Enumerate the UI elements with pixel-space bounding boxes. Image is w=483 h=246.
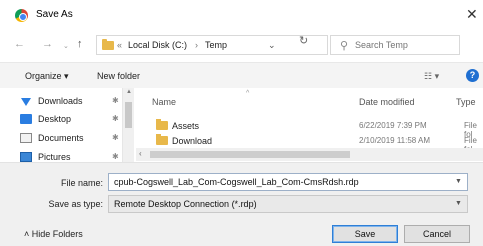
save-as-type-label: Save as type: <box>48 199 103 209</box>
file-date-modified: 6/22/2019 7:39 PM <box>359 121 427 130</box>
file-name-dropdown-icon[interactable]: ▼ <box>455 178 462 185</box>
view-options-icon[interactable]: ☷ ▾ <box>424 71 439 82</box>
organize-menu-button[interactable]: Organize ▾ <box>25 71 69 82</box>
save-as-type-dropdown-icon[interactable]: ▼ <box>455 200 462 207</box>
navigation-pane: Downloads ✱ Desktop ✱ Documents ✱ Pictur… <box>0 88 134 170</box>
file-name: Download <box>172 136 213 146</box>
address-dropdown-icon[interactable]: ⌄ <box>268 40 276 51</box>
sidebar-item-downloads[interactable]: Downloads ✱ <box>20 94 134 110</box>
sidebar-item-label: Downloads <box>38 96 83 106</box>
forward-arrow-icon[interactable]: → <box>42 38 53 50</box>
up-arrow-icon[interactable]: ↑ <box>77 38 83 50</box>
search-input[interactable] <box>355 40 455 50</box>
sidebar-item-label: Desktop <box>38 114 72 124</box>
search-icon: ⚲ <box>340 40 349 52</box>
save-button[interactable]: Save <box>332 225 398 243</box>
help-icon[interactable]: ? <box>466 69 479 82</box>
navigation-pane-scrollbar[interactable]: ▲ <box>122 88 134 170</box>
folder-icon <box>156 134 168 145</box>
breadcrumb-local-disk[interactable]: Local Disk (C:) <box>128 40 187 50</box>
search-box[interactable]: ⚲ <box>330 35 460 55</box>
download-icon <box>21 98 31 106</box>
close-icon[interactable]: ✕ <box>466 6 478 23</box>
sidebar-item-label: Pictures <box>38 152 71 162</box>
pictures-icon <box>20 152 32 162</box>
sidebar-item-documents[interactable]: Documents ✱ <box>20 131 134 147</box>
column-header-date-modified[interactable]: Date modified <box>359 97 415 107</box>
refresh-icon[interactable]: ↻ <box>299 34 308 47</box>
breadcrumb-separator[interactable]: › <box>195 40 198 50</box>
file-name-field[interactable]: cpub-Cogswell_Lab_Com-Cogswell_Lab_Com-C… <box>108 173 468 191</box>
folder-icon <box>102 39 114 50</box>
pin-icon: ✱ <box>112 152 119 161</box>
pin-icon: ✱ <box>112 96 119 105</box>
cancel-button[interactable]: Cancel <box>404 225 470 243</box>
scroll-up-icon[interactable]: ▲ <box>126 89 132 95</box>
hide-folders-button[interactable]: ˄ Hide Folders <box>24 229 83 239</box>
title-bar: Save As ✕ <box>0 0 483 30</box>
chrome-app-icon <box>15 9 28 22</box>
scroll-left-icon[interactable]: ‹ <box>139 149 142 158</box>
breadcrumb-temp[interactable]: Temp <box>205 40 227 50</box>
breadcrumb-overflow[interactable]: « <box>117 40 122 50</box>
file-date-modified: 2/10/2019 11:58 AM <box>359 136 431 145</box>
column-header-name[interactable]: Name <box>152 97 176 107</box>
address-bar[interactable]: « Local Disk (C:) › Temp ⌄ <box>96 35 328 55</box>
column-header-type[interactable]: Type <box>456 97 476 107</box>
file-list-horizontal-scrollbar[interactable]: ‹ <box>136 148 483 161</box>
save-form: File name: cpub-Cogswell_Lab_Com-Cogswel… <box>0 162 483 222</box>
folder-icon <box>156 119 168 130</box>
desktop-icon <box>20 114 32 124</box>
scrollbar-thumb[interactable] <box>150 151 350 158</box>
save-as-type-select[interactable]: Remote Desktop Connection (*.rdp) <box>108 195 468 213</box>
pin-icon: ✱ <box>112 133 119 142</box>
file-name-label: File name: <box>60 178 103 188</box>
list-item[interactable]: Download 2/10/2019 11:58 AM File fol <box>146 133 483 154</box>
list-item[interactable]: Assets 6/22/2019 7:39 PM File fol <box>146 118 483 139</box>
pin-icon: ✱ <box>112 114 119 123</box>
back-arrow-icon[interactable]: ← <box>14 38 25 50</box>
sort-ascending-icon: ^ <box>246 90 250 97</box>
window-title: Save As <box>36 9 73 20</box>
scrollbar-thumb[interactable] <box>125 102 132 128</box>
command-bar: Organize ▾ New folder ☷ ▾ ? <box>0 62 483 88</box>
file-name: Assets <box>172 121 200 131</box>
sidebar-item-label: Documents <box>38 133 84 143</box>
dialog-footer: ˄ Hide Folders Save Cancel <box>0 222 483 246</box>
recent-locations-chevron-icon[interactable]: ⌄ <box>63 41 69 53</box>
new-folder-button[interactable]: New folder <box>97 71 140 81</box>
sidebar-item-desktop[interactable]: Desktop ✱ <box>20 112 134 128</box>
documents-icon <box>20 133 32 143</box>
